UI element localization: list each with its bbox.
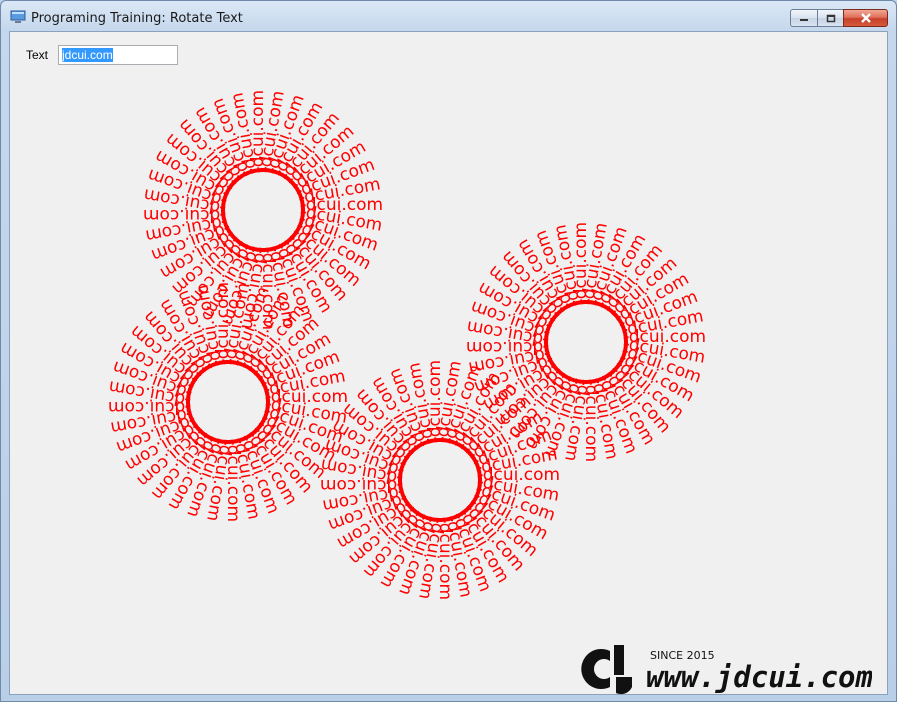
cj-logo-icon — [581, 645, 632, 694]
watermark-logo: SINCE 2015 www.jdcui.com — [581, 645, 872, 694]
text-input[interactable]: jdcui.com — [58, 45, 178, 65]
rotated-text-canvas: jdcui.comjdcui.comjdcui.comjdcui.comjdcu… — [107, 89, 707, 601]
maximize-button[interactable] — [817, 9, 843, 27]
text-rosette: jdcui.comjdcui.comjdcui.comjdcui.comjdcu… — [465, 221, 707, 463]
close-button[interactable] — [843, 9, 888, 27]
title-bar[interactable]: Programing Training: Rotate Text — [1, 1, 896, 31]
caption-buttons — [790, 9, 888, 27]
watermark-url: www.jdcui.com — [646, 660, 872, 694]
maximize-icon — [826, 14, 835, 22]
client-area: jdcui.com jdcui.com jdcui.com jdcui.com jdcu… — [9, 31, 888, 695]
text-rosette: jdcui.comjdcui.comjdcui.comjdcui.comjdcu… — [107, 281, 349, 523]
window-title: Programing Training: Rotate Text — [31, 11, 243, 26]
text-label: Text — [26, 48, 49, 62]
minimize-button[interactable] — [790, 9, 817, 27]
text-input-value: jdcui.com — [62, 48, 113, 62]
minimize-icon — [800, 19, 808, 21]
computer-window-icon — [10, 10, 26, 23]
app-window: Programing Training: Rotate Text jdcui.c… — [0, 0, 897, 702]
close-icon — [860, 13, 871, 23]
